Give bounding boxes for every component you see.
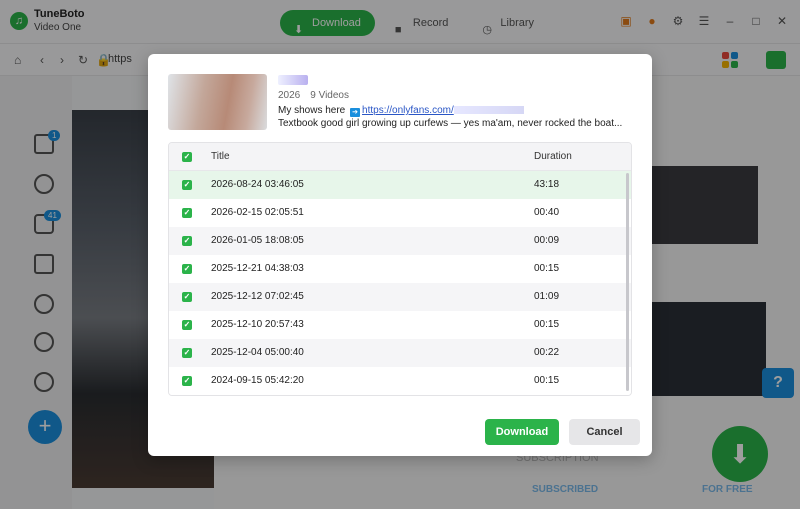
table-row[interactable]: ✓ 2025-12-10 20:57:43 00:15 — [169, 311, 631, 339]
download-button[interactable]: Download — [485, 419, 559, 445]
row-checkbox[interactable]: ✓ — [182, 320, 192, 330]
cancel-button[interactable]: Cancel — [569, 419, 640, 445]
column-title: Title — [211, 151, 230, 162]
row-duration: 01:09 — [534, 291, 560, 302]
row-checkbox[interactable]: ✓ — [182, 264, 192, 274]
row-checkbox[interactable]: ✓ — [182, 376, 192, 386]
table-row[interactable]: ✓ 2024-09-15 05:42:20 00:15 — [169, 367, 631, 395]
row-duration: 00:40 — [534, 207, 560, 218]
row-title: 2026-08-24 03:46:05 — [211, 179, 304, 190]
row-checkbox[interactable]: ✓ — [182, 292, 192, 302]
video-table: ✓ Title Duration ✓ 2026-08-24 03:46:05 4… — [168, 142, 632, 396]
row-duration: 00:09 — [534, 235, 560, 246]
arrow-icon: ➔ — [350, 108, 361, 117]
select-all-checkbox[interactable]: ✓ — [182, 152, 192, 162]
description-prefix: My shows here — [278, 105, 346, 116]
table-row[interactable]: ✓ 2026-01-05 18:08:05 00:09 — [169, 227, 631, 255]
row-checkbox[interactable]: ✓ — [182, 208, 192, 218]
column-duration: Duration — [534, 151, 572, 162]
row-checkbox[interactable]: ✓ — [182, 236, 192, 246]
row-duration: 43:18 — [534, 179, 560, 190]
row-title: 2026-02-15 02:05:51 — [211, 207, 304, 218]
redacted-link-part — [453, 106, 524, 114]
profile-meta: 2026 9 Videos — [278, 90, 349, 101]
table-row[interactable]: ✓ 2025-12-12 07:02:45 01:09 — [169, 283, 631, 311]
row-duration: 00:15 — [534, 319, 560, 330]
description-line-2: Textbook good girl growing up curfews — … — [278, 118, 623, 129]
download-dialog: 2026 9 Videos My shows here ➔ https://only… — [148, 54, 652, 456]
row-title: 2025-12-04 05:00:40 — [211, 347, 304, 358]
table-row[interactable]: ✓ 2025-12-04 05:00:40 00:22 — [169, 339, 631, 367]
row-duration: 00:22 — [534, 347, 560, 358]
profile-name-redacted — [278, 75, 308, 85]
row-title: 2025-12-21 04:38:03 — [211, 263, 304, 274]
table-header: ✓ Title Duration — [169, 143, 631, 171]
table-row[interactable]: ✓ 2025-12-21 04:38:03 00:15 — [169, 255, 631, 283]
row-title: 2025-12-12 07:02:45 — [211, 291, 304, 302]
profile-thumbnail — [168, 74, 267, 130]
video-count: 9 Videos — [310, 90, 349, 101]
row-title: 2026-01-05 18:08:05 — [211, 235, 304, 246]
row-checkbox[interactable]: ✓ — [182, 180, 192, 190]
row-title: 2024-09-15 05:42:20 — [211, 375, 304, 386]
table-scrollbar[interactable] — [626, 173, 629, 391]
row-title: 2025-12-10 20:57:43 — [211, 319, 304, 330]
profile-year: 2026 — [278, 90, 301, 101]
description-line-1: My shows here ➔ https://onlyfans.com/ — [278, 105, 524, 117]
row-checkbox[interactable]: ✓ — [182, 348, 192, 358]
description-link[interactable]: https://onlyfans.com/ — [362, 105, 454, 116]
row-duration: 00:15 — [534, 263, 560, 274]
table-row[interactable]: ✓ 2026-02-15 02:05:51 00:40 — [169, 199, 631, 227]
row-duration: 00:15 — [534, 375, 560, 386]
table-row[interactable]: ✓ 2026-08-24 03:46:05 43:18 — [169, 171, 631, 199]
